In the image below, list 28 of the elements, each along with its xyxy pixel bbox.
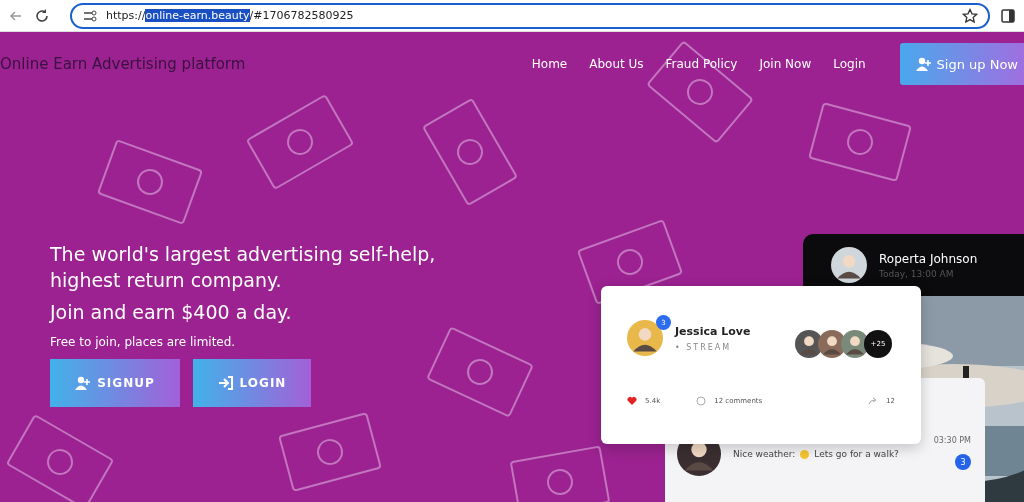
message-text: Lets go for a walk? <box>814 449 899 459</box>
star-icon[interactable] <box>962 7 978 24</box>
subheadline: Join and earn $400 a day. <box>50 300 293 325</box>
headline: The world's largest advertising self-help, highest return company. <box>50 242 437 293</box>
user-name: Jessica Love <box>675 324 751 338</box>
add-user-icon <box>75 375 92 391</box>
post-time: Today, 13:00 AM <box>879 268 955 279</box>
smiley-icon <box>800 449 810 459</box>
nav-link[interactable]: About Us <box>589 57 644 71</box>
nav-link[interactable]: Home <box>531 57 568 71</box>
nav-link[interactable]: Join Now <box>759 57 812 71</box>
heart-icon[interactable] <box>627 396 637 406</box>
nav-link[interactable]: Fraud Policy <box>665 57 738 71</box>
unread-badge: 3 <box>955 454 971 470</box>
side-panel-icon[interactable] <box>1000 7 1016 24</box>
message-time: 03:30 PM <box>933 436 971 445</box>
avatar-icon <box>831 247 867 283</box>
add-user-icon <box>915 56 932 72</box>
note-text: Free to join, places are limited. <box>50 335 237 349</box>
avatar-icon <box>627 320 663 356</box>
message-text: Nice weather: <box>733 449 796 459</box>
stream-label: • STREAM <box>675 342 733 352</box>
sign-in-icon <box>217 375 234 391</box>
nav-link[interactable]: Login <box>833 57 866 71</box>
site-settings-icon[interactable] <box>82 7 98 24</box>
reload-icon[interactable] <box>34 7 50 24</box>
avatar-icon <box>841 330 869 358</box>
profile-name: Roperta Johnson <box>879 251 978 266</box>
